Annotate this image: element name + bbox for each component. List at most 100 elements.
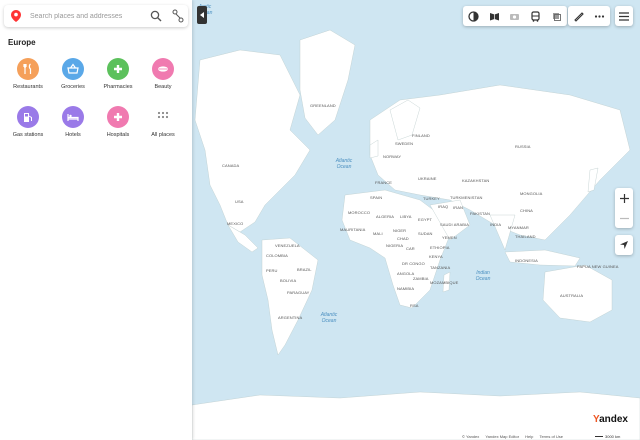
layers-icon [553,12,562,21]
traffic-button[interactable] [505,6,526,26]
country-label: FRANCE [375,180,393,185]
country-label: CANADA [222,163,240,168]
zoom-controls [615,188,633,228]
category-beauty[interactable]: Beauty [141,58,185,90]
country-label: BRAZIL [297,267,312,272]
sidebar: Europe Restaurants Groceries Pharmacies … [0,0,192,440]
fork-knife-icon [17,58,39,80]
grid-dots-icon [152,106,174,128]
country-label: NAMIBIA [397,286,415,291]
chevron-left-icon [200,12,204,18]
basket-icon [62,58,84,80]
transport-button[interactable] [525,6,546,26]
country-label: BOLIVIA [280,278,297,283]
category-pharmacies[interactable]: Pharmacies [96,58,140,90]
zoom-out-button[interactable] [619,208,629,228]
country-label: UKRAINE [418,176,437,181]
country-label: INDONESIA [515,258,538,263]
collapse-sidebar-button[interactable] [197,6,207,24]
ocean-label: Atlantic Ocean [320,312,338,324]
location-pin-icon [11,10,21,22]
country-label: MYANMAR [508,225,529,230]
hamburger-icon [619,11,629,21]
bus-icon [531,10,540,22]
country-label: MEXICO [227,221,244,226]
map-editor-link[interactable]: Yandex Map Editor [485,434,519,439]
category-groceries[interactable]: Groceries [51,58,95,90]
country-label: ARGENTINA [278,315,303,320]
search-icon[interactable] [150,10,162,22]
country-label: SPAIN [370,195,383,200]
route-icon[interactable] [172,9,184,23]
plus-icon [619,193,629,203]
panorama-button[interactable] [484,6,505,26]
category-label: All places [151,132,175,138]
country-label: MALI [373,231,383,236]
country-label: MOROCCO [348,210,371,215]
country-label: SUDAN [418,231,433,236]
zoom-in-button[interactable] [619,188,629,208]
yandex-logo: Yandex [593,414,628,425]
scale-label: 3000 km [605,434,621,439]
terms-link[interactable]: Terms of Use [539,434,563,439]
country-label: IRAN [453,205,463,210]
country-label: MAURITANIA [340,227,366,232]
map-type-button[interactable] [463,6,484,26]
country-label: VENEZUELA [275,243,300,248]
brand-rest: andex [599,414,628,425]
category-all-places[interactable]: All places [141,106,185,138]
country-label: TANZANIA [430,265,451,270]
country-label: AUSTRALIA [560,293,584,298]
ruler-icon [574,11,584,22]
country-label: ANGOLA [397,271,415,276]
location-arrow-icon [620,241,628,249]
help-link[interactable]: Help [525,434,533,439]
country-label: PARAGUAY [287,290,310,295]
country-label: DR CONGO [402,261,425,266]
country-label: EGYPT [418,217,433,222]
search-input[interactable] [30,9,140,23]
bed-icon [62,106,84,128]
lips-icon [152,58,174,80]
country-label: ETHIOPIA [430,245,450,250]
category-label: Groceries [61,84,85,90]
category-label: Hotels [65,132,81,138]
more-dots-icon [594,14,605,18]
menu-button[interactable] [615,6,633,26]
country-label: SAUDI ARABIA [440,222,469,227]
globe-layer-icon [468,10,479,22]
country-label: YEMEN [442,235,457,240]
category-label: Pharmacies [103,84,133,90]
layers-button[interactable] [546,6,567,26]
map-layers-toolbar [463,6,567,26]
plus-icon [107,58,129,80]
category-hospitals[interactable]: Hospitals [96,106,140,138]
my-location-button[interactable] [615,235,633,255]
country-label: TURKMENISTAN [450,195,483,200]
category-hotels[interactable]: Hotels [51,106,95,138]
country-label: ALGERIA [376,214,395,219]
ocean-label: Atlantic Ocean [335,158,353,170]
country-label: KENYA [429,254,443,259]
ruler-button[interactable] [568,6,589,26]
more-button[interactable] [589,6,610,26]
country-label: RSA [410,303,419,308]
category-label: Restaurants [13,84,43,90]
map-book-icon [489,12,499,20]
category-gas-stations[interactable]: Gas stations [6,106,50,138]
region-title: Europe [8,38,36,47]
country-label: INDIA [490,222,502,227]
map-footer: © Yandex Yandex Map Editor Help Terms of… [462,434,568,439]
country-label: NORWAY [383,154,402,159]
country-label: GREENLAND [310,103,336,108]
country-label: RUSSIA [515,144,531,149]
country-label: CAR [406,246,415,251]
app: Arctic Ocean Atlantic Ocean Atlantic Oce… [0,0,640,440]
ocean-label: Indian Ocean [475,270,491,282]
country-label: FINLAND [412,133,430,138]
country-label: ZAMBIA [413,276,429,281]
category-restaurants[interactable]: Restaurants [6,58,50,90]
category-label: Gas stations [12,132,44,138]
country-label: PAKISTAN [470,211,490,216]
country-label: PAPUA NEW GUINEA [577,264,619,269]
